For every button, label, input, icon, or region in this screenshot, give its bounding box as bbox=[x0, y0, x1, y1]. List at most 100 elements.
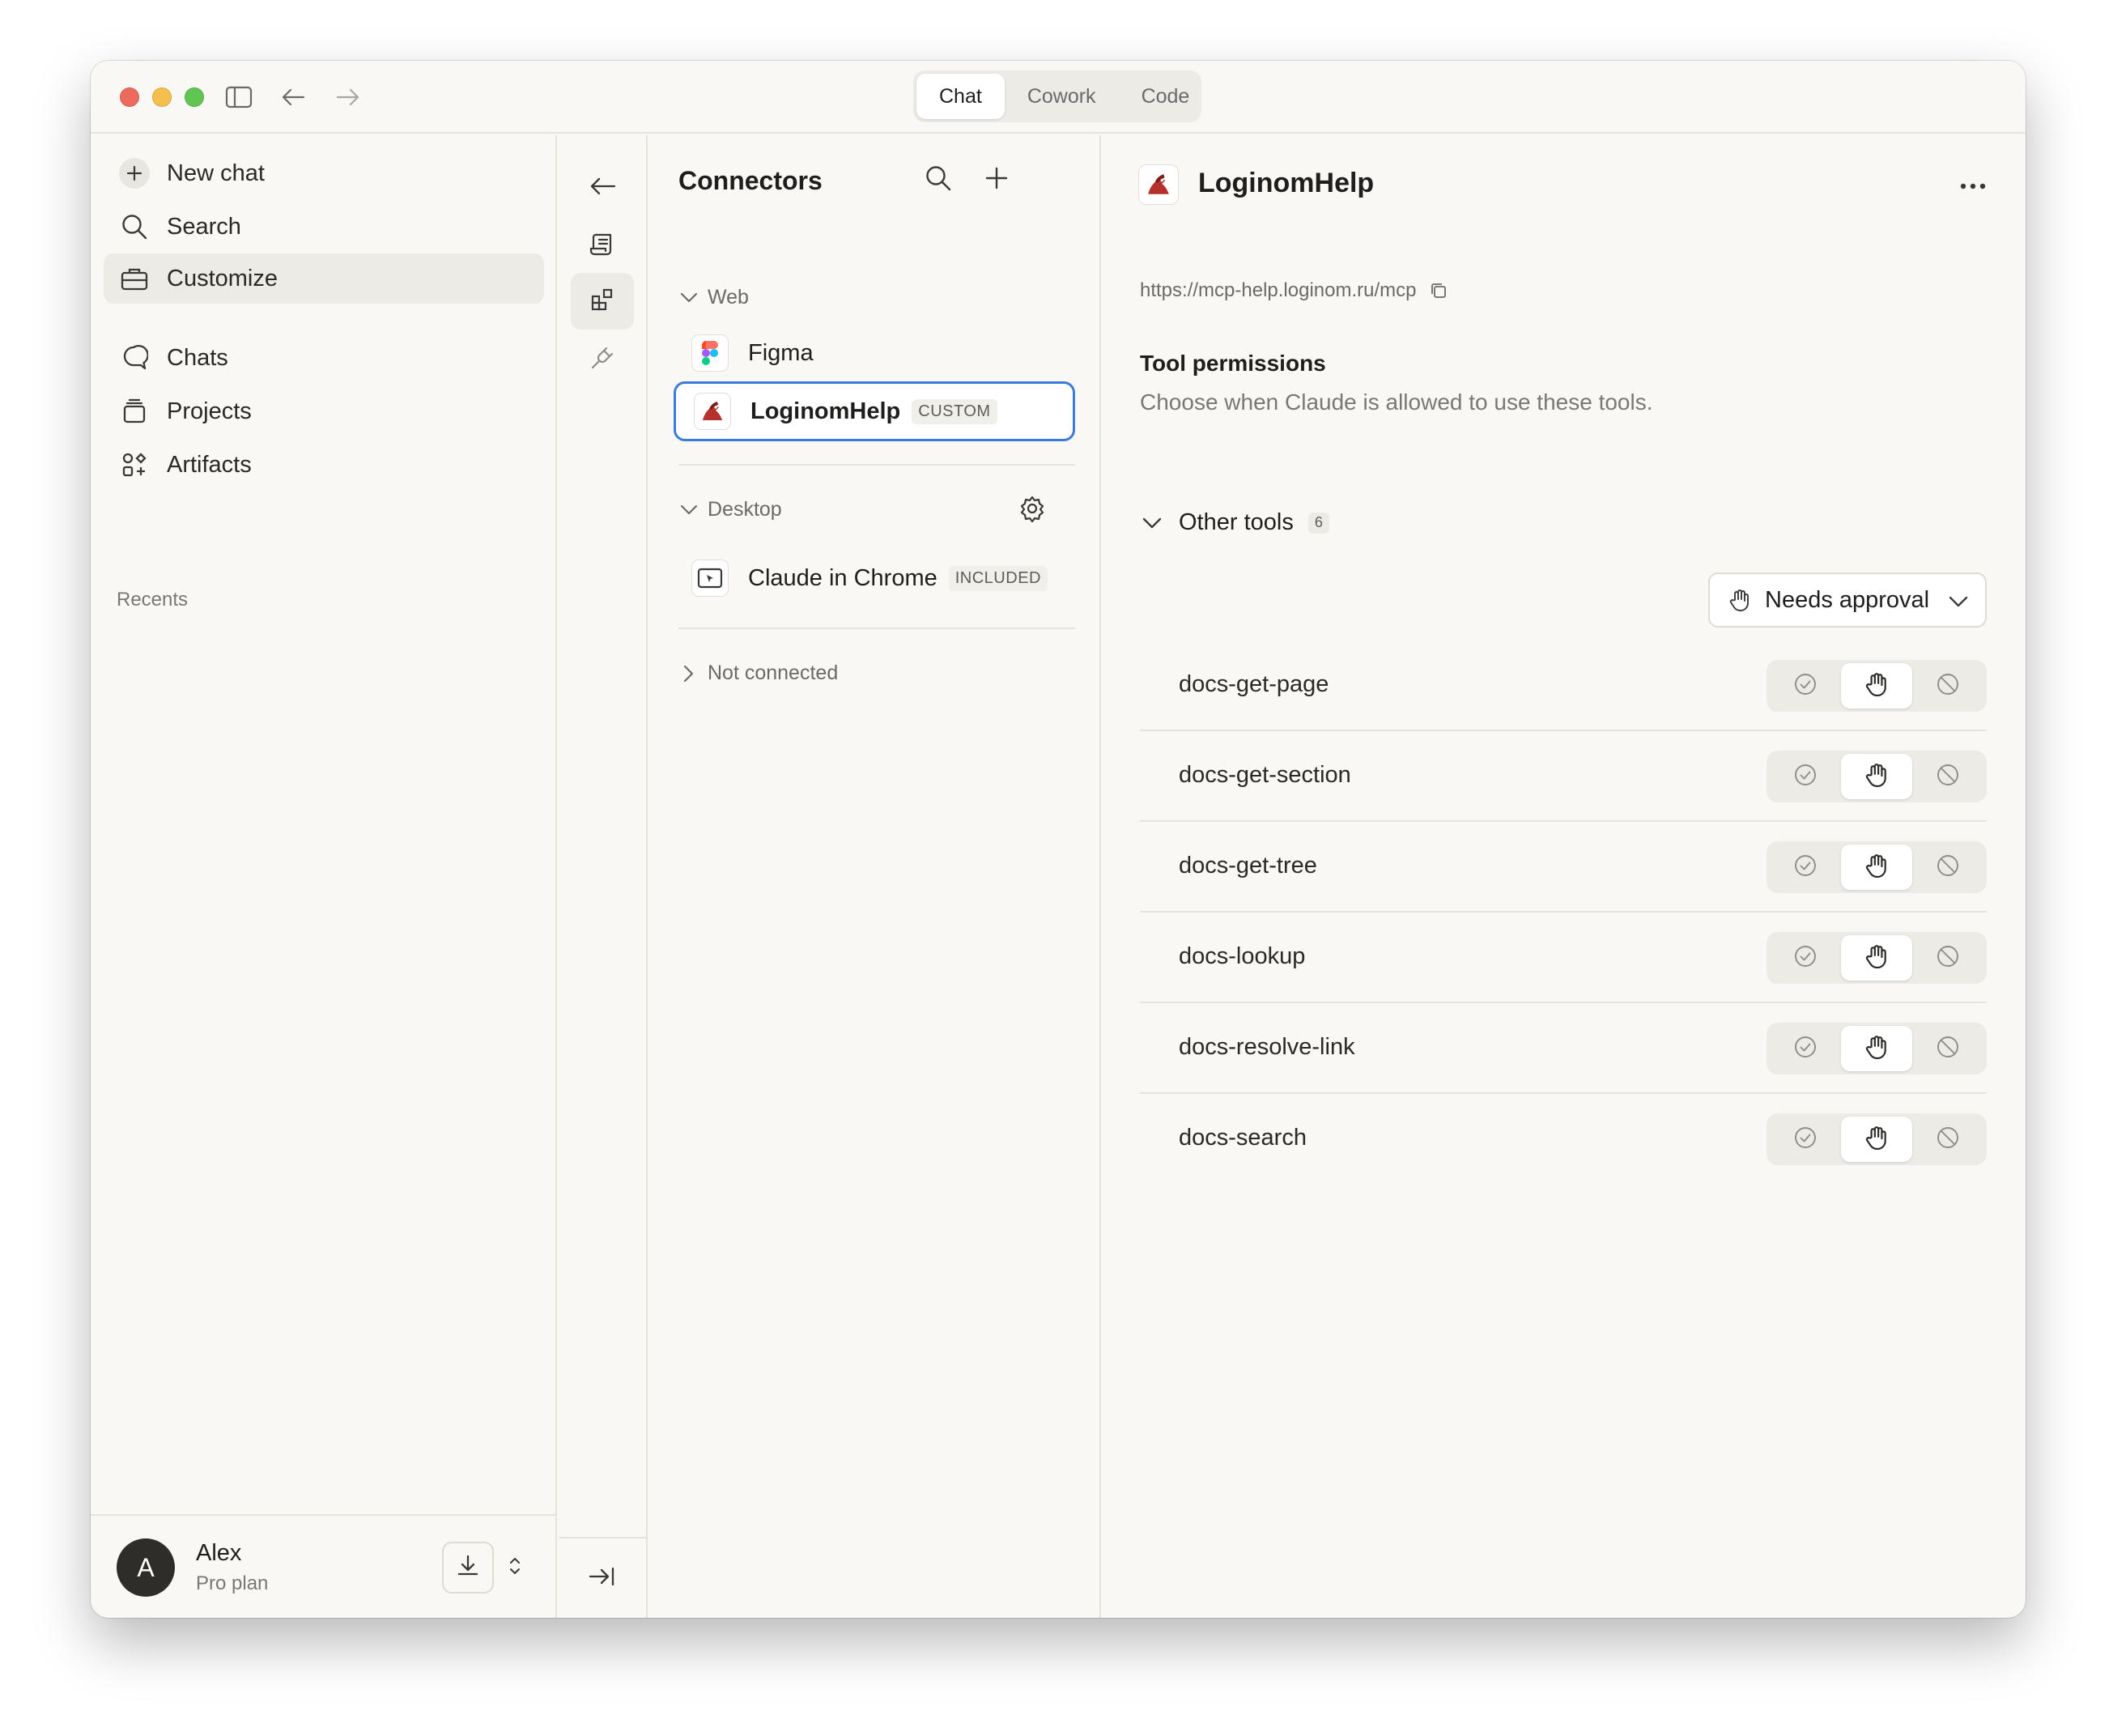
desktop-section-toggle[interactable]: Desktop bbox=[678, 498, 782, 521]
copy-icon[interactable] bbox=[1427, 279, 1450, 302]
search-connectors-button[interactable] bbox=[918, 160, 959, 200]
permission-segmented-control bbox=[1767, 932, 1987, 984]
hand-icon bbox=[1865, 672, 1888, 700]
download-button[interactable] bbox=[442, 1542, 494, 1593]
needs-approval-button[interactable] bbox=[1841, 754, 1912, 799]
more-options-button[interactable] bbox=[1953, 166, 1993, 206]
block-icon bbox=[1936, 1035, 1960, 1063]
connector-title: LoginomHelp bbox=[1198, 168, 1375, 198]
browser-cursor-icon bbox=[691, 560, 729, 597]
needs-approval-button[interactable] bbox=[1841, 1026, 1912, 1071]
artifacts-label: Artifacts bbox=[167, 451, 252, 478]
grid-plus-icon bbox=[589, 287, 615, 317]
new-chat-button[interactable]: New chat bbox=[104, 148, 544, 198]
arrow-left-icon bbox=[589, 176, 616, 201]
tab-cowork[interactable]: Cowork bbox=[1005, 74, 1119, 119]
new-chat-label: New chat bbox=[167, 160, 265, 186]
tool-row: docs-search bbox=[1140, 1094, 1987, 1185]
chevron-up-down-icon bbox=[508, 1554, 522, 1582]
avatar[interactable]: A bbox=[117, 1538, 175, 1597]
rail-skills-button[interactable] bbox=[571, 218, 634, 274]
needs-approval-button[interactable] bbox=[1841, 935, 1912, 981]
account-menu-button[interactable] bbox=[500, 1545, 529, 1590]
back-button[interactable] bbox=[571, 160, 634, 216]
collapse-panel-button[interactable] bbox=[571, 1550, 634, 1606]
always-allow-button[interactable] bbox=[1770, 845, 1841, 890]
connector-item-claude-in-chrome[interactable]: Claude in Chrome INCLUDED bbox=[674, 548, 1075, 608]
block-button[interactable] bbox=[1912, 935, 1983, 981]
sidebar-item-projects[interactable]: Projects bbox=[104, 386, 544, 436]
section-divider bbox=[678, 464, 1075, 466]
web-section-label: Web bbox=[708, 286, 749, 308]
needs-approval-button[interactable] bbox=[1841, 1117, 1912, 1162]
always-allow-button[interactable] bbox=[1770, 935, 1841, 981]
check-circle-icon bbox=[1793, 672, 1818, 700]
block-icon bbox=[1936, 1125, 1960, 1154]
chevron-down-icon bbox=[1140, 511, 1164, 535]
back-arrow-icon[interactable] bbox=[274, 79, 312, 116]
tool-count-badge: 6 bbox=[1307, 512, 1329, 534]
user-plan: Pro plan bbox=[196, 1572, 269, 1594]
sidebar-toggle-icon[interactable] bbox=[220, 79, 257, 116]
chevron-down-icon bbox=[678, 287, 699, 308]
block-icon bbox=[1936, 853, 1960, 882]
sidebar-item-customize[interactable]: Customize bbox=[104, 253, 544, 304]
not-connected-section-toggle[interactable]: Not connected bbox=[678, 662, 838, 685]
chevron-down-icon bbox=[678, 500, 699, 521]
tool-row: docs-lookup bbox=[1140, 913, 1987, 1003]
loginom-logo-icon bbox=[1138, 164, 1179, 205]
mode-switcher: Chat Cowork Code bbox=[913, 70, 1201, 122]
minimize-window-button[interactable] bbox=[152, 87, 172, 107]
other-tools-label: Other tools bbox=[1179, 509, 1294, 535]
tool-name: docs-get-section bbox=[1179, 762, 1351, 788]
chats-label: Chats bbox=[167, 344, 228, 371]
web-section-toggle[interactable]: Web bbox=[678, 286, 749, 309]
always-allow-button[interactable] bbox=[1770, 754, 1841, 799]
custom-badge: CUSTOM bbox=[912, 398, 997, 424]
always-allow-button[interactable] bbox=[1770, 663, 1841, 708]
rail-connectors-button[interactable] bbox=[571, 273, 634, 330]
connector-item-figma[interactable]: Figma bbox=[674, 323, 1075, 383]
connector-item-loginomhelp[interactable]: LoginomHelp CUSTOM bbox=[674, 381, 1075, 441]
always-allow-button[interactable] bbox=[1770, 1026, 1841, 1071]
block-button[interactable] bbox=[1912, 663, 1983, 708]
close-window-button[interactable] bbox=[120, 87, 139, 107]
block-button[interactable] bbox=[1912, 754, 1983, 799]
hand-icon bbox=[1865, 1035, 1888, 1063]
zoom-window-button[interactable] bbox=[185, 87, 204, 107]
projects-label: Projects bbox=[167, 398, 252, 424]
check-circle-icon bbox=[1793, 944, 1818, 972]
plus-icon bbox=[118, 157, 151, 189]
shapes-icon bbox=[118, 449, 151, 481]
tool-name: docs-resolve-link bbox=[1179, 1034, 1355, 1060]
other-tools-toggle[interactable]: Other tools 6 bbox=[1140, 509, 1329, 536]
app-window: Chat Cowork Code New chat Search Customi… bbox=[91, 61, 2026, 1618]
desktop-settings-button[interactable] bbox=[1012, 490, 1052, 530]
sidebar-item-search[interactable]: Search bbox=[104, 202, 544, 252]
always-allow-button[interactable] bbox=[1770, 1117, 1841, 1162]
sidebar-item-chats[interactable]: Chats bbox=[104, 333, 544, 383]
loginom-logo-icon bbox=[694, 393, 731, 430]
sidebar-item-artifacts[interactable]: Artifacts bbox=[104, 440, 544, 490]
block-button[interactable] bbox=[1912, 845, 1983, 890]
add-connector-button[interactable] bbox=[976, 160, 1017, 200]
group-approval-select[interactable]: Needs approval bbox=[1708, 572, 1987, 628]
forward-arrow-icon[interactable] bbox=[329, 79, 367, 116]
tab-code[interactable]: Code bbox=[1119, 74, 1213, 119]
block-button[interactable] bbox=[1912, 1117, 1983, 1162]
tool-row: docs-get-section bbox=[1140, 731, 1987, 822]
chat-bubbles-icon bbox=[118, 342, 151, 374]
needs-approval-button[interactable] bbox=[1841, 845, 1912, 890]
connector-details: LoginomHelp https://mcp-help.loginom.ru/… bbox=[1103, 135, 2026, 1618]
approval-value: Needs approval bbox=[1765, 586, 1930, 613]
tab-chat[interactable]: Chat bbox=[916, 74, 1005, 119]
connector-url-row: https://mcp-help.loginom.ru/mcp bbox=[1140, 279, 1450, 302]
needs-approval-button[interactable] bbox=[1841, 663, 1912, 708]
block-button[interactable] bbox=[1912, 1026, 1983, 1071]
plus-icon bbox=[984, 166, 1009, 194]
tool-row: docs-resolve-link bbox=[1140, 1003, 1987, 1094]
customize-label: Customize bbox=[167, 265, 278, 291]
hand-icon bbox=[1865, 763, 1888, 791]
user-name[interactable]: Alex bbox=[196, 1540, 241, 1567]
rail-plugins-button[interactable] bbox=[571, 331, 634, 388]
